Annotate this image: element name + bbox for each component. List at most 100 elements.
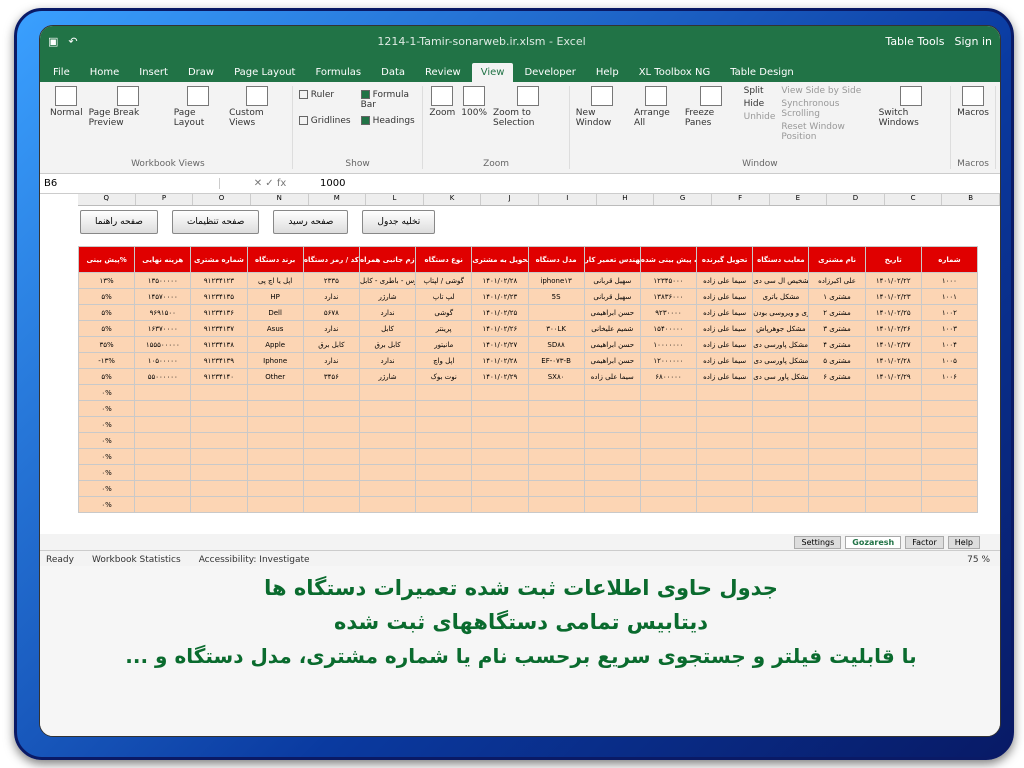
table-cell[interactable] (583, 464, 641, 481)
table-cell[interactable] (415, 400, 473, 417)
custom-views-button[interactable]: Custom Views (229, 86, 286, 128)
table-header[interactable]: تاریخ تحویل به مشتری (471, 246, 529, 273)
table-cell[interactable]: سهیل قربانی (583, 288, 641, 305)
column-header[interactable]: N (251, 194, 309, 205)
table-cell[interactable] (920, 400, 979, 417)
table-cell[interactable]: ۱۴۰۱/۰۲/۲۹ (864, 368, 922, 385)
table-cell[interactable] (302, 496, 360, 513)
table-cell[interactable]: ۵% (77, 320, 136, 337)
table-cell[interactable] (358, 432, 417, 449)
table-header[interactable]: مهندس تعمیر کار (583, 246, 641, 273)
table-cell[interactable] (696, 384, 754, 401)
table-cell[interactable]: ۵۵۰۰۰۰۰۰ (134, 368, 192, 385)
table-cell[interactable]: مشکل پاورسی دی (752, 352, 810, 369)
table-cell[interactable]: ۱۵۵۵۰۰۰۰۰ (134, 336, 192, 353)
zoom-level[interactable]: 75 % (967, 555, 990, 565)
table-cell[interactable]: سیما علی زاده (583, 368, 641, 385)
table-cell[interactable] (808, 432, 866, 449)
column-header[interactable]: H (597, 194, 655, 205)
table-cell[interactable] (190, 384, 248, 401)
table-cell[interactable] (808, 416, 866, 433)
table-cell[interactable] (246, 464, 304, 481)
table-cell[interactable] (920, 416, 979, 433)
ruler-checkbox[interactable]: Ruler (298, 90, 351, 110)
sheet-tab-factor[interactable]: Factor (905, 535, 944, 549)
table-cell[interactable]: مشکل باتری (752, 288, 810, 305)
table-cell[interactable]: ۰% (77, 432, 136, 449)
table-cell[interactable] (696, 480, 754, 497)
table-cell[interactable] (134, 464, 192, 481)
sheet-tab-settings[interactable]: Settings (794, 535, 842, 549)
table-cell[interactable] (639, 448, 698, 465)
table-cell[interactable] (639, 496, 698, 513)
table-cell[interactable]: مشکل جوهرپاش (752, 320, 810, 337)
gridlines-checkbox[interactable]: Gridlines (298, 116, 351, 126)
table-header[interactable]: مدل دستگاه (527, 246, 585, 273)
table-cell[interactable]: ۱۴۰۱/۰۲/۲۶ (864, 320, 922, 337)
table-cell[interactable]: لپ تاپ (415, 288, 473, 305)
table-cell[interactable]: ۱۴۰۱/۰۲/۲۶ (471, 320, 529, 337)
table-cell[interactable] (583, 400, 641, 417)
zoom-selection-button[interactable]: Zoom to Selection (493, 86, 563, 128)
table-cell[interactable] (471, 432, 529, 449)
tab-xl-toolbox-ng[interactable]: XL Toolbox NG (630, 63, 720, 82)
table-cell[interactable] (696, 496, 754, 513)
table-cell[interactable]: ۱۴۰۱/۰۲/۲۸ (471, 352, 529, 369)
table-cell[interactable]: Asus (246, 320, 304, 337)
table-cell[interactable] (583, 496, 641, 513)
arrange-all-button[interactable]: Arrange All (634, 86, 679, 142)
table-cell[interactable] (415, 464, 473, 481)
tab-insert[interactable]: Insert (130, 63, 177, 82)
table-cell[interactable] (808, 384, 866, 401)
sheet-button[interactable]: صفحه رسید (273, 210, 349, 234)
table-cell[interactable] (527, 496, 585, 513)
name-box[interactable]: B6 (40, 178, 220, 189)
table-cell[interactable]: ۳۴۵۶ (302, 368, 360, 385)
table-cell[interactable] (864, 464, 922, 481)
table-cell[interactable]: مانیتور (415, 336, 473, 353)
zoom-100-button[interactable]: 100% (461, 86, 487, 128)
table-cell[interactable]: 5S (527, 288, 585, 305)
table-cell[interactable] (920, 432, 979, 449)
table-cell[interactable]: ۲۳۳۵ (302, 272, 360, 289)
table-cell[interactable] (864, 480, 922, 497)
column-header[interactable]: C (885, 194, 943, 205)
table-cell[interactable] (583, 448, 641, 465)
table-cell[interactable]: کابل برق (302, 336, 360, 353)
table-cell[interactable]: مشتری ۵ (808, 352, 866, 369)
table-cell[interactable]: ۵% (77, 368, 136, 385)
table-cell[interactable]: کابل برق (358, 336, 417, 353)
table-cell[interactable]: ۱۳۵۰۰۰۰۰ (134, 272, 192, 289)
table-cell[interactable] (302, 480, 360, 497)
zoom-button[interactable]: Zoom (429, 86, 455, 128)
table-cell[interactable]: مشتری ۴ (808, 336, 866, 353)
table-header[interactable]: برند دستگاه (246, 246, 304, 273)
table-cell[interactable]: ۱۰۰۱ (920, 288, 979, 305)
table-cell[interactable] (639, 400, 698, 417)
table-cell[interactable]: مشتری ۳ (808, 320, 866, 337)
table-cell[interactable]: مشکل قطعی - مشکل پاورسی دی (752, 336, 810, 353)
table-cell[interactable]: سیما علی زاده (696, 320, 754, 337)
formula-input[interactable]: 1000 (320, 178, 345, 189)
table-cell[interactable]: ۰% (77, 384, 136, 401)
table-cell[interactable] (134, 416, 192, 433)
table-header[interactable]: کد / رمز دستگاه (302, 246, 360, 273)
table-cell[interactable]: اپل یا اچ پی (246, 272, 304, 289)
unhide-button[interactable]: Unhide (744, 112, 776, 122)
table-cell[interactable]: ندارد (302, 352, 360, 369)
table-cell[interactable]: ۹۱۲۳۴۱۳۹ (190, 352, 248, 369)
table-cell[interactable] (134, 384, 192, 401)
page-break-preview-button[interactable]: Page Break Preview (89, 86, 168, 128)
table-cell[interactable]: ۹۱۲۳۴۱۲۳ (190, 272, 248, 289)
table-cell[interactable] (302, 464, 360, 481)
table-cell[interactable]: ندارد (358, 304, 417, 321)
sheet-button[interactable]: صفحه تنظیمات (171, 210, 260, 234)
table-header[interactable]: هزینه نهایی (134, 246, 192, 273)
tab-help[interactable]: Help (587, 63, 628, 82)
table-cell[interactable]: مشتری ۲ (808, 304, 866, 321)
table-cell[interactable] (696, 416, 754, 433)
table-cell[interactable]: ۱۴۵۷۰۰۰۰ (134, 288, 192, 305)
tab-view[interactable]: View (471, 63, 514, 82)
column-header[interactable]: I (539, 194, 597, 205)
table-cell[interactable] (527, 464, 585, 481)
